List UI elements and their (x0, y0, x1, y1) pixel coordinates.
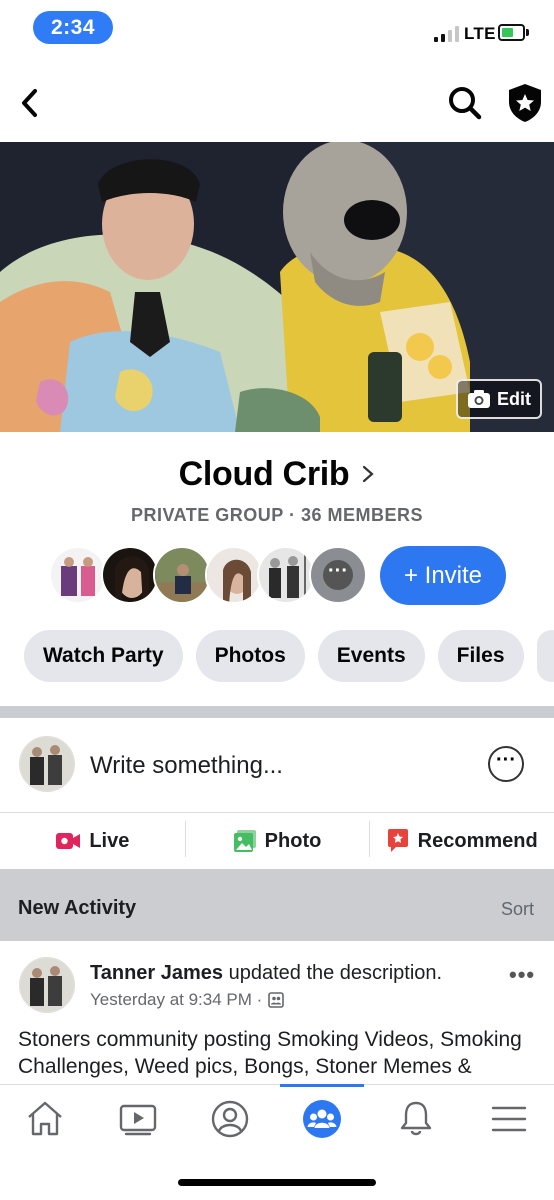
recommend-icon (387, 829, 408, 852)
photo-label: Photo (264, 829, 322, 852)
composer-input[interactable]: Write something... (90, 752, 283, 780)
post-body: Stoners community posting Smoking Videos… (18, 1028, 522, 1078)
user-avatar[interactable] (19, 736, 75, 792)
menu-icon[interactable] (487, 1097, 531, 1141)
watch-icon[interactable] (116, 1097, 160, 1141)
post-header: Tanner James updated the description. (90, 962, 442, 985)
post-author[interactable]: Tanner James (90, 962, 223, 984)
search-icon[interactable] (446, 84, 484, 122)
photo-icon (233, 830, 256, 852)
member-avatars[interactable]: ··· (49, 546, 367, 606)
member-avatar[interactable] (153, 546, 211, 604)
group-tabs: Watch Party Photos Events Files (24, 630, 554, 682)
edit-cover-button[interactable]: Edit (456, 379, 542, 419)
groups-icon[interactable] (300, 1097, 344, 1141)
home-indicator[interactable] (178, 1179, 376, 1186)
member-avatar[interactable] (205, 546, 263, 604)
top-navigation (0, 72, 554, 134)
live-label: Live (89, 829, 130, 852)
admin-shield-icon[interactable] (505, 82, 545, 124)
battery-tip (526, 29, 529, 36)
group-privacy-members: PRIVATE GROUP · 36 MEMBERS (130, 505, 424, 525)
sort-button[interactable]: Sort (501, 899, 534, 920)
section-divider (0, 706, 554, 718)
member-avatar[interactable] (101, 546, 159, 604)
photo-button[interactable]: Photo (184, 813, 370, 869)
network-label: LTE (464, 24, 496, 43)
post-composer[interactable]: Write something... ··· (0, 718, 554, 813)
chip-watch-party[interactable]: Watch Party (24, 630, 183, 682)
live-button[interactable]: Live (0, 813, 185, 869)
signal-icon (434, 26, 459, 42)
group-title-row[interactable]: Cloud Crib (0, 455, 554, 494)
post-timestamp[interactable]: Yesterday at 9:34 PM · (90, 990, 262, 1010)
battery-icon (498, 24, 525, 41)
chip-more[interactable] (536, 630, 554, 682)
post-more-icon[interactable]: ••• (509, 962, 535, 988)
edit-label: Edit (497, 388, 531, 409)
new-activity-header: New Activity Sort (0, 869, 554, 941)
member-avatar[interactable] (257, 546, 315, 604)
composer-actions: Live Photo Recommend (0, 813, 554, 869)
member-avatar[interactable] (49, 546, 107, 604)
more-options-icon[interactable]: ··· (488, 746, 524, 782)
post-author-avatar[interactable] (19, 957, 75, 1013)
more-members-label: ··· (323, 560, 353, 590)
chip-events[interactable]: Events (317, 630, 425, 682)
chip-photos[interactable]: Photos (195, 630, 305, 682)
back-icon[interactable] (16, 86, 46, 120)
new-activity-title: New Activity (18, 897, 137, 919)
post-meta: Yesterday at 9:34 PM · (90, 990, 285, 1010)
profile-icon[interactable] (208, 1097, 252, 1141)
cover-photo[interactable]: Edit (0, 142, 554, 432)
post-action: updated the description. (223, 962, 443, 984)
active-tab-indicator (280, 1084, 364, 1087)
recommend-button[interactable]: Recommend (369, 813, 554, 869)
group-name[interactable]: Cloud Crib (179, 455, 350, 494)
chevron-right-icon (361, 463, 375, 491)
live-video-icon (56, 833, 81, 849)
status-bar: 2:34 LTE (0, 0, 554, 60)
status-time[interactable]: 2:34 (33, 11, 113, 44)
chip-files[interactable]: Files (437, 630, 524, 682)
camera-icon (468, 390, 490, 408)
notifications-bell-icon[interactable] (394, 1097, 438, 1141)
group-members-icon (268, 992, 285, 1008)
home-icon[interactable] (23, 1097, 67, 1141)
more-members-button[interactable]: ··· (309, 546, 367, 604)
recommend-label: Recommend (417, 829, 538, 852)
invite-button[interactable]: + Invite (380, 546, 506, 605)
